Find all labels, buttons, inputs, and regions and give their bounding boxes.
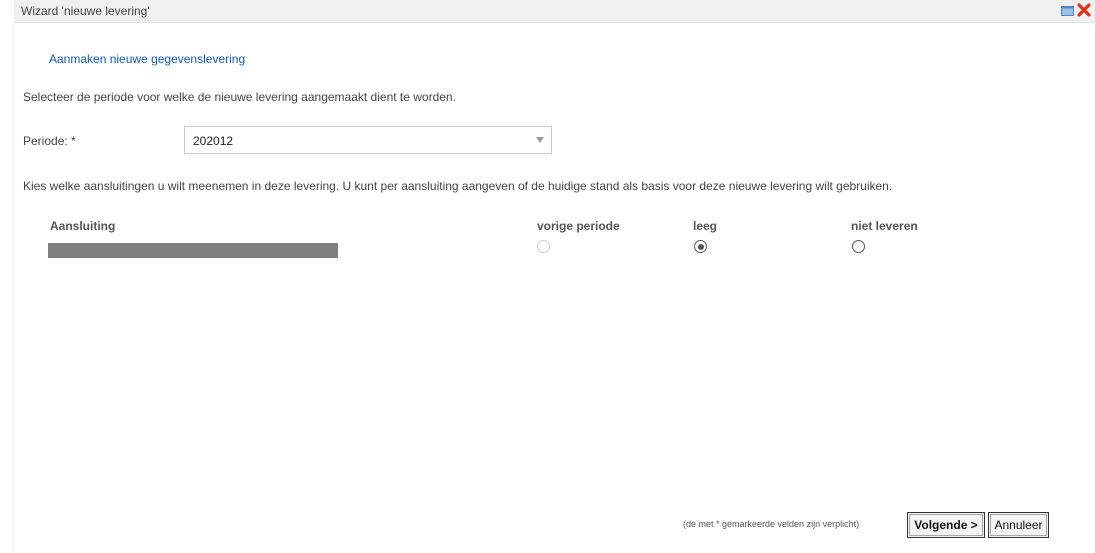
chevron-down-icon	[536, 137, 544, 143]
close-icon[interactable]	[1077, 3, 1091, 17]
period-select-value: 202012	[193, 134, 234, 148]
window-controls	[1061, 3, 1091, 17]
col-header-aansluiting: Aansluiting	[50, 219, 116, 233]
window-title: Wizard 'nieuwe levering'	[21, 4, 150, 18]
connections-instruction: Kies welke aansluitingen u wilt meenemen…	[23, 179, 893, 193]
radio-selected-dot	[697, 243, 704, 250]
col-header-niet-leveren: niet leveren	[851, 219, 918, 233]
cancel-button[interactable]: Annuleer	[988, 512, 1049, 538]
col-header-vorige-periode: vorige periode	[537, 219, 620, 233]
left-divider	[13, 22, 14, 553]
restore-icon[interactable]	[1061, 5, 1074, 16]
radio-vorige-periode[interactable]	[537, 240, 550, 253]
period-label: Periode: *	[23, 134, 76, 148]
wizard-step-title: Aanmaken nieuwe gegevenslevering	[49, 52, 246, 66]
col-header-leeg: leeg	[693, 219, 718, 233]
radio-leeg[interactable]	[694, 240, 707, 253]
period-instruction: Selecteer de periode voor welke de nieuw…	[23, 90, 456, 104]
required-fields-hint: (de met * gemarkeerde velden zijn verpli…	[683, 519, 860, 529]
wizard-titlebar: Wizard 'nieuwe levering'	[14, 0, 1095, 23]
radio-niet-leveren[interactable]	[852, 240, 865, 253]
period-select[interactable]: 202012	[184, 126, 552, 154]
connection-name-redacted	[48, 243, 338, 258]
next-button[interactable]: Volgende >	[907, 512, 985, 538]
